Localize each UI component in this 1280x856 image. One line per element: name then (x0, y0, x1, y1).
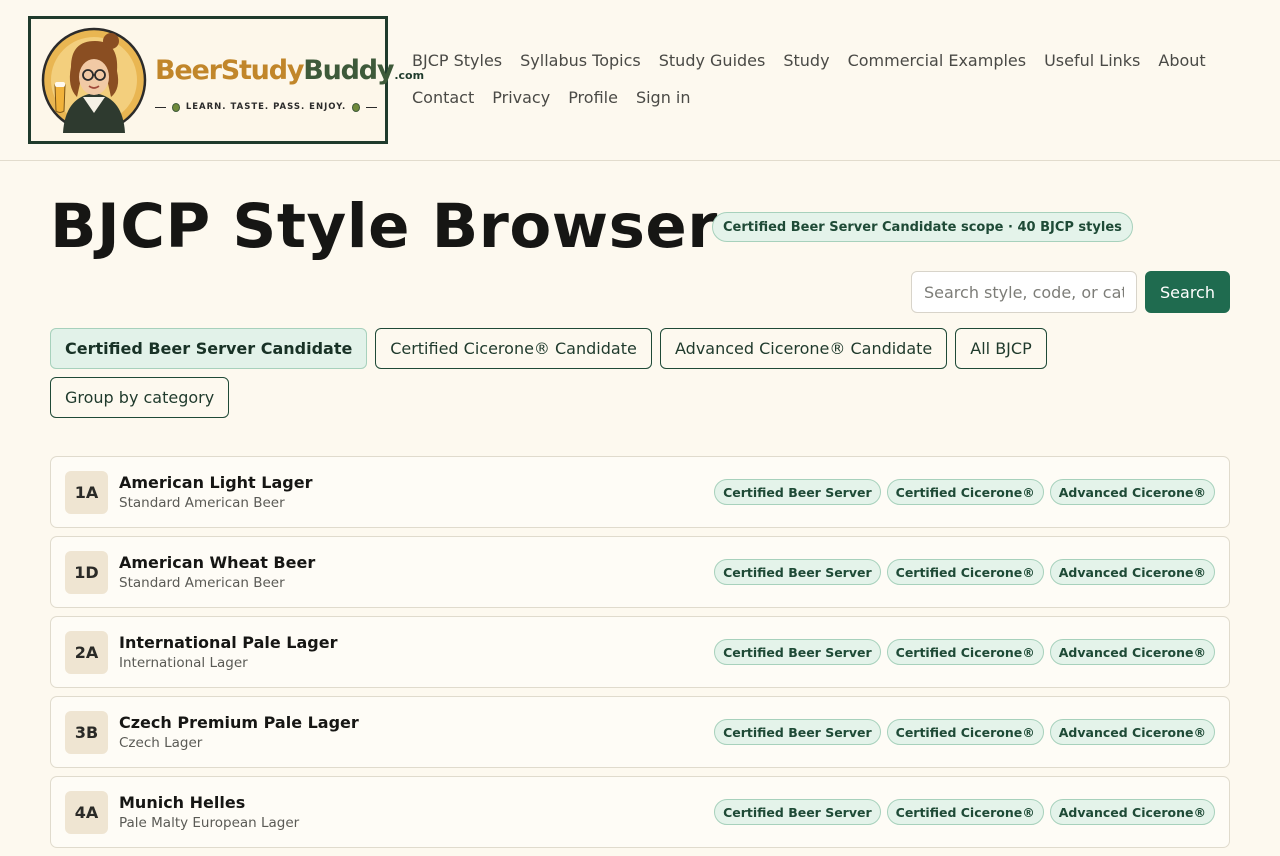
tagline-divider (366, 106, 377, 108)
style-code-badge: 3B (65, 711, 108, 754)
style-category: Czech Lager (119, 735, 203, 751)
cert-pill-beer-server: Certified Beer Server (714, 799, 881, 825)
cert-pill-advanced-cicerone: Advanced Cicerone® (1049, 479, 1215, 505)
logo-wordmark: BeerStudyBuddy.com (155, 55, 425, 86)
group-by-category-toggle[interactable]: Group by category (50, 377, 229, 418)
main-nav: BJCP Styles Syllabus Topics Study Guides… (403, 42, 1243, 116)
style-code-badge: 1A (65, 471, 108, 514)
page-title: BJCP Style Browser (50, 191, 718, 262)
hop-icon (171, 102, 180, 112)
style-list: 1A American Light Lager Standard America… (50, 456, 1230, 856)
cert-pill-beer-server: Certified Beer Server (714, 639, 881, 665)
cert-pill-beer-server: Certified Beer Server (714, 479, 881, 505)
style-name: American Wheat Beer (119, 553, 316, 572)
cert-pills: Certified Beer Server Certified Cicerone… (714, 799, 1215, 825)
nav-link-bjcp-styles[interactable]: BJCP Styles (403, 42, 511, 79)
site-logo[interactable]: BeerStudyBuddy.com LEARN. TASTE. PASS. E… (28, 16, 424, 144)
filter-certified-beer-server[interactable]: Certified Beer Server Candidate (50, 328, 367, 369)
style-code-badge: 2A (65, 631, 108, 674)
cert-pill-cicerone: Certified Cicerone® (886, 799, 1044, 825)
style-name: Czech Premium Pale Lager (119, 713, 359, 732)
filter-certified-cicerone[interactable]: Certified Cicerone® Candidate (375, 328, 652, 369)
filter-all-bjcp[interactable]: All BJCP (955, 328, 1047, 369)
cert-pill-beer-server: Certified Beer Server (714, 559, 881, 585)
style-card[interactable]: 2A International Pale Lager Internationa… (50, 616, 1230, 688)
nav-link-commercial-examples[interactable]: Commercial Examples (839, 42, 1036, 79)
hop-icon (352, 102, 361, 112)
cert-pill-beer-server: Certified Beer Server (714, 719, 881, 745)
nav-link-study-guides[interactable]: Study Guides (650, 42, 775, 79)
cert-pill-cicerone: Certified Cicerone® (886, 479, 1044, 505)
style-category: Pale Malty European Lager (119, 815, 300, 831)
cert-pills: Certified Beer Server Certified Cicerone… (714, 559, 1215, 585)
style-code-badge: 4A (65, 791, 108, 834)
logo-portrait-icon (41, 27, 147, 133)
nav-link-syllabus-topics[interactable]: Syllabus Topics (511, 42, 650, 79)
filter-advanced-cicerone[interactable]: Advanced Cicerone® Candidate (660, 328, 947, 369)
logo-tagline: LEARN. TASTE. PASS. ENJOY. (155, 102, 377, 112)
cert-pill-cicerone: Certified Cicerone® (886, 639, 1044, 665)
style-card[interactable]: 4A Munich Helles Pale Malty European Lag… (50, 776, 1230, 848)
nav-link-about[interactable]: About (1149, 42, 1214, 79)
cert-pill-advanced-cicerone: Advanced Cicerone® (1049, 559, 1215, 585)
style-card[interactable]: 1D American Wheat Beer Standard American… (50, 536, 1230, 608)
cert-pills: Certified Beer Server Certified Cicerone… (714, 719, 1215, 745)
cert-pill-advanced-cicerone: Advanced Cicerone® (1049, 719, 1215, 745)
cert-pill-advanced-cicerone: Advanced Cicerone® (1049, 639, 1215, 665)
style-name: International Pale Lager (119, 633, 338, 652)
search-button[interactable]: Search (1145, 271, 1230, 313)
style-card[interactable]: 1A American Light Lager Standard America… (50, 456, 1230, 528)
nav-link-study[interactable]: Study (774, 42, 838, 79)
cert-pills: Certified Beer Server Certified Cicerone… (714, 479, 1215, 505)
cert-pill-cicerone: Certified Cicerone® (886, 719, 1044, 745)
cert-pill-advanced-cicerone: Advanced Cicerone® (1049, 799, 1215, 825)
style-category: Standard American Beer (119, 575, 285, 591)
style-name: American Light Lager (119, 473, 313, 492)
nav-link-profile[interactable]: Profile (559, 79, 627, 116)
cert-pills: Certified Beer Server Certified Cicerone… (714, 639, 1215, 665)
style-category: International Lager (119, 655, 248, 671)
nav-link-sign-in[interactable]: Sign in (627, 79, 700, 116)
site-header: BeerStudyBuddy.com LEARN. TASTE. PASS. E… (0, 0, 1280, 161)
cert-pill-cicerone: Certified Cicerone® (886, 559, 1044, 585)
style-code-badge: 1D (65, 551, 108, 594)
nav-link-useful-links[interactable]: Useful Links (1035, 42, 1149, 79)
nav-link-contact[interactable]: Contact (403, 79, 483, 116)
search-input[interactable] (911, 271, 1137, 313)
style-category: Standard American Beer (119, 495, 285, 511)
scope-badge: Certified Beer Server Candidate scope · … (712, 212, 1133, 242)
style-name: Munich Helles (119, 793, 246, 812)
style-card[interactable]: 3B Czech Premium Pale Lager Czech Lager … (50, 696, 1230, 768)
nav-link-privacy[interactable]: Privacy (483, 79, 559, 116)
tagline-divider (155, 106, 166, 108)
